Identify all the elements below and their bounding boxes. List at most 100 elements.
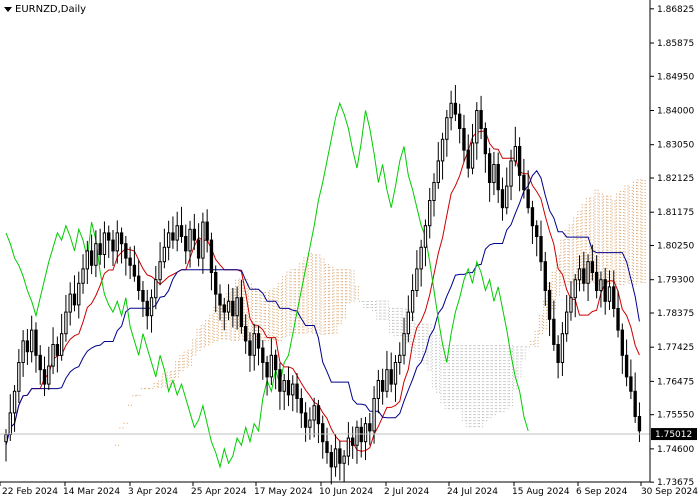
x-tick-label: 6 Sep 2024	[576, 487, 628, 497]
candle-body	[102, 232, 107, 255]
candle-body	[342, 455, 346, 464]
candle-body	[466, 149, 470, 169]
y-tick-label: 1.83050	[657, 141, 694, 151]
candle-body	[453, 102, 458, 115]
candle-body	[149, 297, 154, 317]
candle-body	[85, 250, 89, 270]
candle-body	[385, 369, 389, 392]
candle-body	[380, 379, 385, 392]
x-tick-label: 2 Jul 2024	[384, 487, 429, 497]
candle-body	[226, 300, 231, 313]
candle-body	[560, 333, 565, 363]
candle-body	[192, 228, 196, 241]
candle-body	[175, 225, 179, 241]
triangle-down-icon[interactable]	[4, 7, 12, 12]
candle-body	[235, 297, 239, 317]
y-tick-label: 1.78375	[657, 309, 694, 319]
candle-body	[569, 297, 573, 313]
x-tick-label: 17 May 2024	[254, 487, 313, 497]
y-tick-label: 1.84950	[657, 72, 694, 82]
candle-body	[616, 307, 620, 331]
candle-body	[248, 340, 252, 356]
symbol-label: EURNZD,Daily	[15, 4, 87, 15]
candle-body	[475, 110, 479, 144]
price-chart[interactable]: 1.86825 1.85875 1.84950 1.84000 1.83050 1.821…	[0, 0, 700, 500]
candle-body	[12, 390, 17, 414]
candle-body	[363, 423, 368, 443]
x-tick-label: 15 Aug 2024	[512, 487, 570, 497]
symbol-title[interactable]: EURNZD,Daily	[4, 4, 86, 15]
candle-body	[111, 239, 115, 252]
candle-body	[25, 340, 30, 353]
x-tick-label: 25 Apr 2024	[191, 487, 247, 497]
candle-body	[115, 232, 119, 252]
candle-body	[316, 405, 321, 425]
candle-body	[577, 268, 582, 281]
candle-body	[214, 271, 218, 295]
candle-body	[265, 361, 269, 378]
candle-body	[312, 405, 316, 421]
candle-body	[573, 279, 577, 299]
y-tick-label: 1.79300	[657, 276, 694, 286]
candle-body	[547, 289, 552, 320]
candle-body	[428, 200, 432, 227]
candle-body	[166, 232, 171, 248]
candle-body	[346, 437, 351, 457]
candle-body	[38, 354, 42, 371]
candle-body	[355, 426, 359, 446]
candle-body	[184, 236, 188, 252]
candle-body	[145, 300, 149, 317]
candle-body	[445, 117, 449, 140]
candle-body	[21, 340, 25, 363]
candle-body	[539, 236, 543, 263]
candle-body	[492, 164, 496, 184]
candle-body	[351, 437, 355, 446]
x-tick-label: 30 Sep 2024	[641, 487, 698, 497]
y-tick-label: 1.75550	[657, 411, 694, 421]
candle-body	[462, 128, 466, 151]
candle-body	[119, 232, 124, 245]
y-tick-label: 1.77425	[657, 343, 694, 353]
candle-body	[282, 379, 286, 392]
candle-body	[261, 347, 265, 363]
candle-body	[325, 441, 329, 453]
candle-body	[505, 185, 509, 209]
candle-body	[209, 239, 214, 273]
x-tick-label: 10 Jun 2024	[319, 487, 373, 497]
x-tick-label: 24 Jul 2024	[447, 487, 498, 497]
candle-body	[188, 228, 192, 252]
candle-body	[8, 412, 12, 435]
candle-body	[64, 311, 68, 335]
candle-body	[449, 102, 453, 119]
candle-body	[552, 318, 556, 345]
candle-body	[487, 153, 492, 184]
candle-body	[55, 343, 60, 356]
candle-body	[624, 354, 629, 378]
candle-body	[333, 448, 338, 468]
candle-body	[179, 225, 184, 238]
candle-body	[419, 246, 423, 270]
candle-body	[68, 293, 72, 313]
candle-body	[98, 243, 102, 255]
y-tick-label: 1.85875	[657, 39, 694, 49]
candle-body	[526, 189, 530, 209]
candle-body	[218, 293, 222, 306]
y-tick-label: 1.76475	[657, 377, 694, 387]
candle-body	[239, 297, 244, 327]
candle-body	[303, 412, 308, 428]
candle-body	[329, 451, 333, 468]
candle-body	[299, 397, 303, 414]
candle-body	[89, 250, 94, 266]
candle-body	[124, 243, 128, 259]
candle-body	[252, 333, 256, 356]
candle-body	[154, 279, 158, 299]
candle-body	[530, 207, 535, 227]
candle-body	[17, 361, 21, 392]
candle-body	[51, 343, 55, 367]
candle-body	[582, 268, 586, 284]
y-tick-label: 1.82125	[657, 174, 694, 184]
candle-body	[81, 268, 85, 284]
candle-body	[128, 257, 132, 266]
candle-body	[629, 376, 633, 392]
candle-body	[107, 232, 111, 241]
